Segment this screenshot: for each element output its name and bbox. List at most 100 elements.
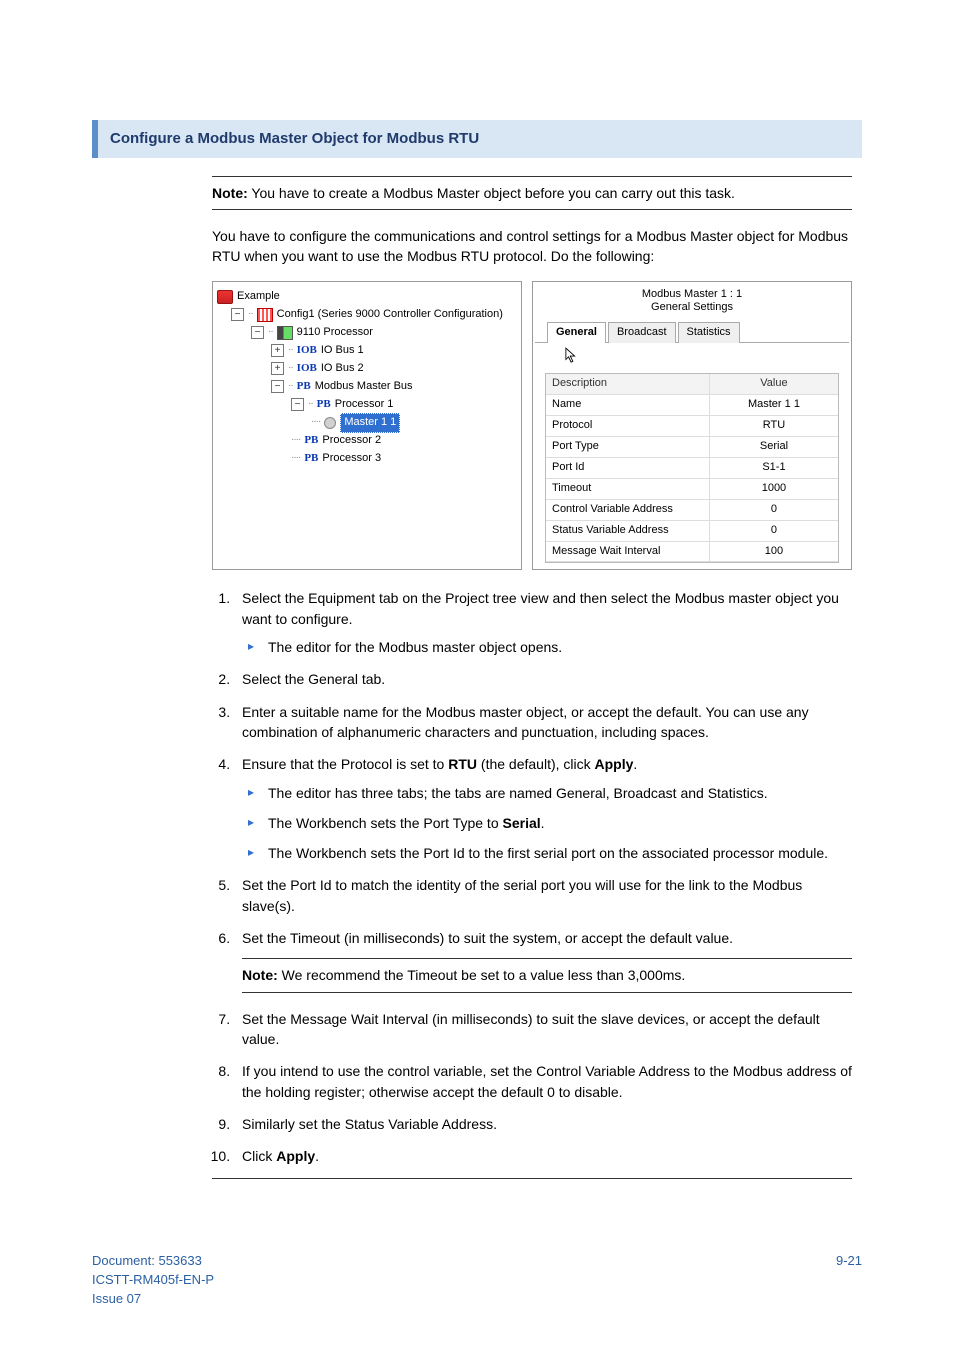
step-6-note: Note: We recommend the Timeout be set to… (242, 958, 852, 992)
step-list: Select the Equipment tab on the Project … (212, 588, 852, 1166)
expand-icon[interactable]: + (271, 362, 284, 375)
step-4-sub3: The Workbench sets the Port Id to the fi… (246, 843, 852, 863)
tree-connector: ·· (248, 307, 253, 322)
collapse-icon[interactable]: − (271, 380, 284, 393)
footer-part: ICSTT-RM405f-EN-P (92, 1272, 214, 1287)
properties-tabbar: General Broadcast Statistics (535, 320, 849, 343)
step-6: Set the Timeout (in milliseconds) to sui… (234, 928, 852, 993)
tree-master-1-1-selected[interactable]: Master 1 1 (340, 413, 400, 433)
step-9: Similarly set the Status Variable Addres… (234, 1114, 852, 1134)
properties-pane: Modbus Master 1 : 1 General Settings Gen… (532, 281, 852, 571)
row-port-id-key: Port Id (546, 458, 710, 479)
row-status-var-addr-value[interactable]: 0 (710, 521, 838, 542)
tree-connector: ···· (311, 415, 320, 430)
intro-paragraph: You have to configure the communications… (212, 226, 852, 267)
step-1: Select the Equipment tab on the Project … (234, 588, 852, 657)
step-4-sub1: The editor has three tabs; the tabs are … (246, 783, 852, 803)
step-4-sub2-c: . (541, 815, 545, 831)
collapse-icon[interactable]: − (251, 326, 264, 339)
tree-root[interactable]: Example (237, 289, 280, 305)
section-heading: Configure a Modbus Master Object for Mod… (92, 120, 862, 158)
project-tree-pane: Example −··Config1 (Series 9000 Controll… (212, 281, 522, 571)
properties-title-line1: Modbus Master 1 : 1 (642, 288, 742, 300)
row-msg-wait-interval-value[interactable]: 100 (710, 542, 838, 563)
page-footer: Document: 553633 ICSTT-RM405f-EN-P Issue… (92, 1252, 862, 1309)
app-icon (217, 290, 233, 304)
top-note-text: You have to create a Modbus Master objec… (248, 185, 735, 201)
row-control-var-addr-value[interactable]: 0 (710, 500, 838, 521)
tree-processor-3[interactable]: Processor 3 (322, 451, 381, 467)
collapse-icon[interactable]: − (291, 398, 304, 411)
row-status-var-addr-key: Status Variable Address (546, 521, 710, 542)
step-4: Ensure that the Protocol is set to RTU (… (234, 754, 852, 863)
row-name-value[interactable]: Master 1 1 (710, 395, 838, 416)
step-4-sub2-a: The Workbench sets the Port Type to (268, 815, 503, 831)
footer-issue: Issue 07 (92, 1291, 141, 1306)
screenshot-composite: Example −··Config1 (Series 9000 Controll… (212, 281, 852, 571)
step-10-apply: Apply (276, 1148, 315, 1164)
tree-processor-1[interactable]: Processor 1 (335, 397, 394, 413)
tree-connector: ·· (288, 361, 293, 376)
tree-iob1[interactable]: IO Bus 1 (321, 343, 364, 359)
properties-grid: DescriptionValue NameMaster 1 1 Protocol… (545, 373, 839, 563)
tab-broadcast[interactable]: Broadcast (608, 322, 676, 343)
row-name-key: Name (546, 395, 710, 416)
row-port-id-value[interactable]: S1-1 (710, 458, 838, 479)
step-6-text: Set the Timeout (in milliseconds) to sui… (242, 930, 733, 946)
top-note: Note: You have to create a Modbus Master… (212, 176, 852, 210)
step-4-text-c: (the default), click (477, 756, 595, 772)
iob-badge: IOB (297, 361, 317, 377)
pb-badge: PB (304, 433, 318, 449)
step-10-a: Click (242, 1148, 276, 1164)
step-4-rtu: RTU (448, 756, 477, 772)
step-5: Set the Port Id to match the identity of… (234, 875, 852, 916)
step-4-sub2-b: Serial (503, 815, 541, 831)
properties-title-line2: General Settings (651, 301, 733, 313)
row-port-type-key: Port Type (546, 437, 710, 458)
tree-processor-2[interactable]: Processor 2 (322, 433, 381, 449)
cursor-icon (565, 347, 579, 365)
row-control-var-addr-key: Control Variable Address (546, 500, 710, 521)
row-protocol-key: Protocol (546, 416, 710, 437)
tree-connector: ·· (288, 343, 293, 358)
tab-statistics[interactable]: Statistics (678, 322, 740, 343)
tree-connector: ···· (291, 433, 300, 448)
master-node-icon (324, 417, 336, 429)
tree-iob2[interactable]: IO Bus 2 (321, 361, 364, 377)
step-10-c: . (315, 1148, 319, 1164)
collapse-icon[interactable]: − (231, 308, 244, 321)
tree-connector: ·· (308, 397, 313, 412)
step-7: Set the Message Wait Interval (in millis… (234, 1009, 852, 1050)
pb-badge: PB (297, 379, 311, 395)
config-icon (257, 308, 273, 322)
step-2: Select the General tab. (234, 669, 852, 689)
note-label: Note: (242, 967, 278, 983)
pb-badge: PB (317, 397, 331, 413)
row-msg-wait-interval-key: Message Wait Interval (546, 542, 710, 563)
tree-modbus-master-bus[interactable]: Modbus Master Bus (315, 379, 413, 395)
step-4-sub2: The Workbench sets the Port Type to Seri… (246, 813, 852, 833)
row-timeout-value[interactable]: 1000 (710, 479, 838, 500)
expand-icon[interactable]: + (271, 344, 284, 357)
tab-general[interactable]: General (547, 322, 606, 343)
iob-badge: IOB (297, 343, 317, 359)
tree-connector: ·· (268, 325, 273, 340)
footer-page-number: 9-21 (836, 1252, 862, 1309)
row-port-type-value[interactable]: Serial (710, 437, 838, 458)
tree-config[interactable]: Config1 (Series 9000 Controller Configur… (277, 307, 503, 323)
step-1-sub: The editor for the Modbus master object … (246, 637, 852, 657)
tree-connector: ···· (291, 451, 300, 466)
footer-document: Document: 553633 (92, 1253, 202, 1268)
step-4-text-a: Ensure that the Protocol is set to (242, 756, 448, 772)
step-6-note-text: We recommend the Timeout be set to a val… (278, 967, 686, 983)
step-3: Enter a suitable name for the Modbus mas… (234, 702, 852, 743)
row-protocol-value[interactable]: RTU (710, 416, 838, 437)
row-timeout-key: Timeout (546, 479, 710, 500)
tree-processor[interactable]: 9110 Processor (297, 325, 373, 341)
grid-header-value: Value (710, 374, 838, 395)
step-1-text: Select the Equipment tab on the Project … (242, 590, 839, 626)
grid-header-description: Description (546, 374, 710, 395)
processor-icon (277, 326, 293, 340)
step-4-apply: Apply (595, 756, 634, 772)
note-label: Note: (212, 185, 248, 201)
